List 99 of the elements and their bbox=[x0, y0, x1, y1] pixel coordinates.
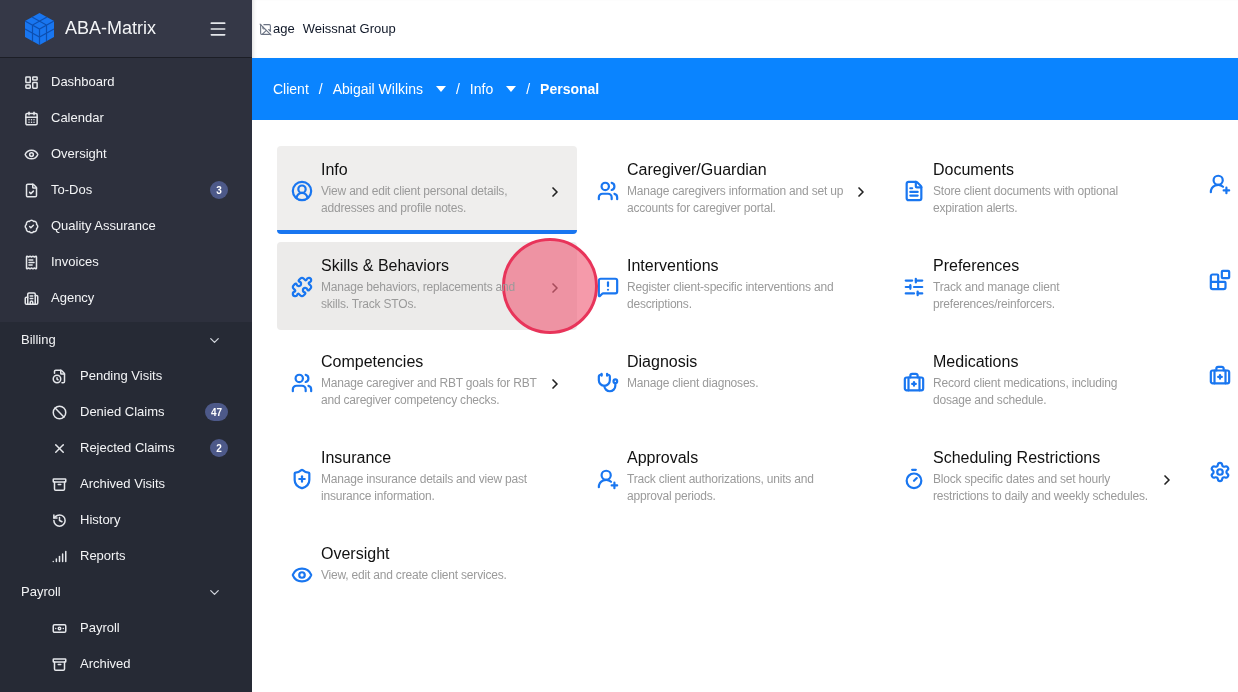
puzzle-icon bbox=[291, 276, 313, 298]
users-icon bbox=[291, 372, 313, 394]
receipt-icon bbox=[24, 254, 39, 270]
card-description: View, edit and create client services. bbox=[321, 567, 508, 584]
nav-item[interactable]: Dashboard bbox=[51, 72, 115, 92]
nav-item[interactable]: Payroll bbox=[80, 618, 120, 638]
caret-down-icon[interactable] bbox=[435, 86, 446, 92]
card-description: Manage caregivers information and set up accounts for caregiver portal. bbox=[627, 183, 845, 217]
nav-item[interactable]: Rejected Claims bbox=[80, 438, 175, 458]
card-description: Track and manage client preferences/reinforcers. bbox=[933, 279, 1061, 313]
calendar-icon bbox=[24, 110, 39, 126]
user-circle-icon bbox=[291, 180, 313, 202]
menu-card[interactable]: Interventions Register client-specific interventions and descriptions. bbox=[583, 242, 883, 330]
card-title: Interventions bbox=[627, 256, 720, 276]
nav-item[interactable]: To-Dos bbox=[51, 180, 93, 200]
organization-name: Weissnat Group bbox=[302, 20, 396, 39]
nav-item[interactable]: Pending Visits bbox=[80, 366, 163, 386]
menu-card[interactable]: Diagnosis Manage client diagnoses. bbox=[583, 338, 883, 426]
document-clock-icon bbox=[52, 368, 67, 384]
shield-icon bbox=[291, 468, 313, 490]
document-check-icon bbox=[24, 182, 39, 198]
card-title: Insurance bbox=[321, 448, 393, 468]
dashboard-icon bbox=[24, 74, 39, 90]
users-icon bbox=[597, 180, 619, 202]
eye-icon bbox=[24, 146, 39, 162]
card-title: Competencies bbox=[321, 352, 425, 372]
breadcrumb-link[interactable]: Personal bbox=[540, 78, 600, 100]
breadcrumb-separator: / bbox=[526, 79, 531, 99]
card-description: Manage client diagnoses. bbox=[627, 375, 760, 392]
image-alt-text: age bbox=[273, 20, 295, 39]
nav-item[interactable]: Reports bbox=[80, 546, 126, 566]
medical-kit-icon[interactable] bbox=[1209, 365, 1231, 387]
breadcrumb-link[interactable]: Info bbox=[469, 78, 494, 100]
cube-logo-icon bbox=[24, 11, 55, 46]
stopwatch-icon bbox=[903, 468, 925, 490]
blocks-icon[interactable] bbox=[1209, 269, 1231, 291]
breadcrumb-separator: / bbox=[455, 79, 460, 99]
nav-item[interactable]: Quality Assurance bbox=[51, 216, 156, 236]
nav-item[interactable]: Agency bbox=[51, 288, 95, 308]
nav-item[interactable]: Invoices bbox=[51, 252, 99, 272]
prohibited-icon bbox=[52, 404, 67, 420]
card-description: Store client documents with optional expiration alerts. bbox=[933, 183, 1119, 217]
user-plus-icon bbox=[597, 468, 619, 490]
menu-card[interactable]: Insurance Manage insurance details and view past insurance information. bbox=[277, 434, 577, 522]
card-description: Manage insurance details and view past insurance information. bbox=[321, 471, 528, 505]
section-heading[interactable]: Billing bbox=[21, 330, 56, 350]
card-title: Oversight bbox=[321, 544, 391, 564]
nav-item[interactable]: Denied Claims bbox=[80, 402, 165, 422]
section-heading[interactable]: Payroll bbox=[21, 582, 61, 602]
gear-icon[interactable] bbox=[1209, 461, 1231, 483]
menu-card[interactable]: Info View and edit client personal details, addresses and profile notes. bbox=[277, 146, 577, 234]
card-title: Caregiver/Guardian bbox=[627, 160, 768, 180]
card-description: Manage caregiver and RBT goals for RBT and caregiver competency checks. bbox=[321, 375, 538, 409]
caret-down-icon[interactable] bbox=[506, 86, 517, 92]
menu-card[interactable]: Documents Store client documents with optional expiration alerts. bbox=[889, 146, 1189, 234]
breadcrumb-link[interactable]: Abigail Wilkins bbox=[332, 78, 423, 100]
card-title: Approvals bbox=[627, 448, 700, 468]
card-description: Record client medications, including dosage and schedule. bbox=[933, 375, 1119, 409]
card-description: View and edit client personal details, addresses and profile notes. bbox=[321, 183, 509, 217]
history-icon bbox=[52, 512, 67, 528]
card-description: Register client-specific interventions and descriptions. bbox=[627, 279, 835, 313]
badge-check-icon bbox=[24, 218, 39, 234]
count-badge: 3 bbox=[210, 181, 228, 199]
brand-name: ABA-Matrix bbox=[65, 17, 156, 40]
nav-item[interactable]: Calendar bbox=[51, 108, 104, 128]
archive-icon bbox=[52, 476, 67, 492]
menu-card[interactable]: Caregiver/Guardian Manage caregivers information and set up accounts for caregiver portal. bbox=[583, 146, 883, 234]
card-title: Info bbox=[321, 160, 349, 180]
stethoscope-icon bbox=[597, 372, 619, 394]
broken-image-icon bbox=[259, 22, 272, 36]
card-title: Documents bbox=[933, 160, 1015, 180]
card-description: Track client authorizations, units and approval periods. bbox=[627, 471, 815, 505]
nav-item[interactable]: Archived Visits bbox=[80, 474, 165, 494]
nav-item[interactable]: Archived bbox=[80, 654, 131, 674]
menu-card[interactable]: Scheduling Restrictions Block specific dates and set hourly restrictions to daily and weekly schedules. bbox=[889, 434, 1189, 522]
card-description: Block specific dates and set hourly restrictions to daily and weekly schedules. bbox=[933, 471, 1149, 505]
building-icon bbox=[24, 290, 39, 306]
document-icon bbox=[903, 180, 925, 202]
menu-card[interactable]: Medications Record client medications, including dosage and schedule. bbox=[889, 338, 1189, 426]
nav-item[interactable]: History bbox=[80, 510, 121, 530]
sliders-icon bbox=[903, 276, 925, 298]
count-badge: 47 bbox=[204, 403, 228, 421]
breadcrumb-link[interactable]: Client bbox=[273, 78, 309, 100]
user-plus-icon[interactable] bbox=[1209, 173, 1231, 195]
menu-card[interactable]: Competencies Manage caregiver and RBT goals for RBT and caregiver competency checks. bbox=[277, 338, 577, 426]
count-badge: 2 bbox=[210, 439, 228, 457]
card-title: Skills & Behaviors bbox=[321, 256, 451, 276]
menu-card[interactable]: Approvals Track client authorizations, units and approval periods. bbox=[583, 434, 883, 522]
card-title: Diagnosis bbox=[627, 352, 699, 372]
breadcrumb-separator: / bbox=[318, 79, 323, 99]
menu-card[interactable]: Preferences Track and manage client preferences/reinforcers. bbox=[889, 242, 1189, 330]
bar-chart-icon bbox=[52, 548, 67, 564]
card-title: Scheduling Restrictions bbox=[933, 448, 1102, 468]
card-title: Preferences bbox=[933, 256, 1021, 276]
archive-icon bbox=[52, 656, 67, 672]
nav-item[interactable]: Oversight bbox=[51, 144, 107, 164]
medical-kit-icon bbox=[903, 372, 925, 394]
card-title: Medications bbox=[933, 352, 1020, 372]
menu-card[interactable]: Oversight View, edit and create client services. bbox=[277, 530, 577, 618]
